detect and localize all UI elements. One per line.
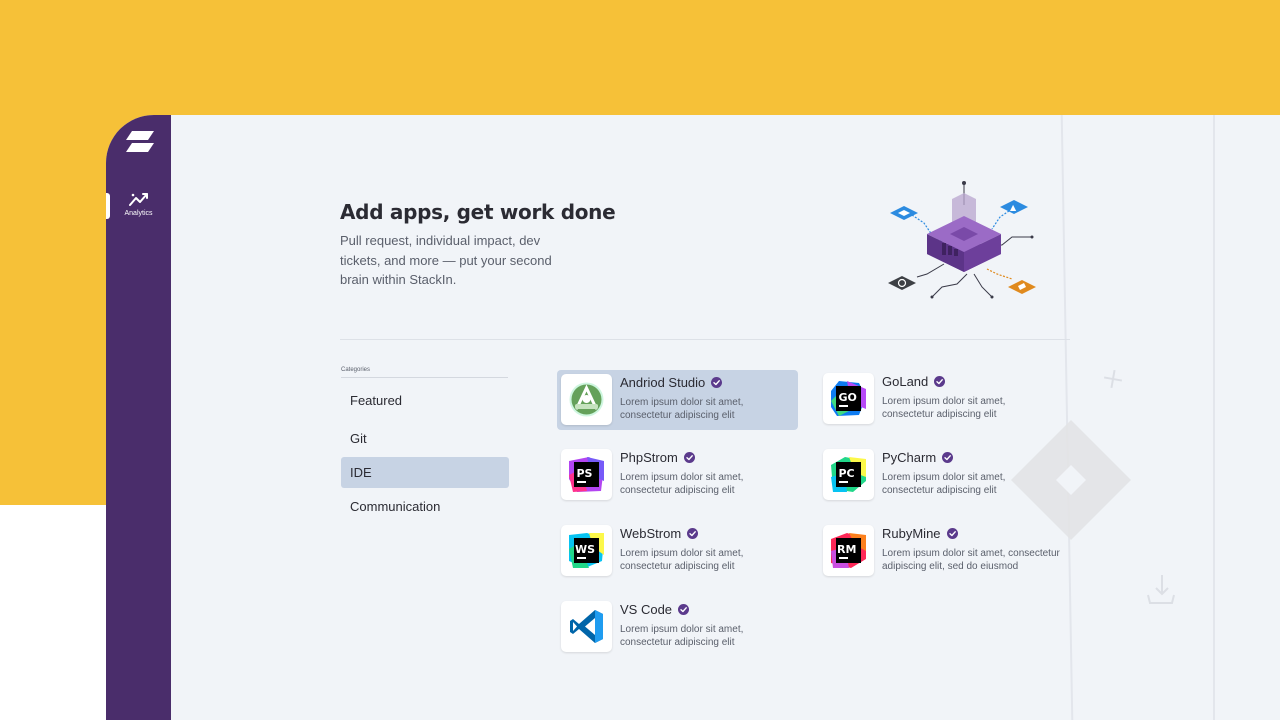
app-description: Lorem ipsum dolor sit amet, consectetur … <box>620 548 744 572</box>
pycharm-icon-text: PC <box>839 467 855 480</box>
app-description: Lorem ipsum dolor sit amet, consectetur … <box>620 397 744 421</box>
app-name: RubyMine <box>882 526 958 541</box>
verified-check-icon <box>683 452 695 463</box>
decorative-line <box>1213 115 1215 720</box>
app-name: Andriod Studio <box>620 375 723 390</box>
sidebar-item-analytics[interactable]: Analytics <box>106 187 171 225</box>
category-git[interactable]: Git <box>341 423 509 454</box>
pycharm-icon: PC <box>823 449 874 500</box>
app-card-webstorm[interactable]: WS WebStrom Lorem ipsum dolor sit amet, … <box>557 521 798 581</box>
sidebar: Analytics <box>106 115 171 720</box>
verified-check-icon <box>678 604 690 615</box>
integrations-illustration-icon: ▲ <box>888 181 1036 299</box>
verified-check-icon <box>942 452 954 463</box>
page-title: Add apps, get work done <box>340 200 616 224</box>
satellite-icon-glyph: ▲ <box>1010 203 1017 212</box>
decorative-line <box>1060 115 1074 720</box>
category-featured[interactable]: Featured <box>341 385 509 416</box>
categories-label: Categories <box>341 367 371 373</box>
goland-icon: GO <box>823 373 874 424</box>
vscode-icon <box>561 601 612 652</box>
app-name: VS Code <box>620 602 690 617</box>
app-name: PhpStrom <box>620 450 695 465</box>
verified-check-icon <box>934 376 946 387</box>
sidebar-item-label: Analytics <box>124 210 153 217</box>
app-description: Lorem ipsum dolor sit amet, consectetur … <box>620 472 744 496</box>
app-description: Lorem ipsum dolor sit amet, consectetur … <box>620 624 744 648</box>
webstorm-icon: WS <box>561 525 612 576</box>
verified-check-icon <box>711 377 723 388</box>
divider <box>340 339 1070 340</box>
app-name: WebStrom <box>620 526 699 541</box>
rubymine-icon-text: RM <box>837 543 856 556</box>
phpstorm-icon: PS <box>561 449 612 500</box>
app-card-android-studio[interactable]: Andriod Studio Lorem ipsum dolor sit ame… <box>557 370 798 430</box>
diamond-decoration-icon <box>1011 420 1131 540</box>
app-name: PyCharm <box>882 450 954 465</box>
divider <box>341 377 508 378</box>
download-decoration-icon <box>1147 575 1175 604</box>
app-window: Analytics Add apps, get work done Pull r… <box>106 115 1280 720</box>
rubymine-icon: RM <box>823 525 874 576</box>
webstorm-icon-text: WS <box>575 543 595 556</box>
app-name: GoLand <box>882 374 946 389</box>
phpstorm-icon-text: PS <box>577 467 593 480</box>
app-description: Lorem ipsum dolor sit amet, consectetur … <box>882 396 1006 420</box>
stackin-logo[interactable] <box>126 131 154 153</box>
verified-check-icon <box>946 528 958 539</box>
android-studio-icon <box>561 374 612 425</box>
category-ide[interactable]: IDE <box>341 457 509 488</box>
verified-check-icon <box>687 528 699 539</box>
page-subtitle: Pull request, individual impact, dev tic… <box>340 233 552 287</box>
analytics-icon <box>128 193 148 206</box>
goland-icon-text: GO <box>839 391 857 404</box>
app-card-vscode[interactable]: VS Code Lorem ipsum dolor sit amet, cons… <box>557 597 798 657</box>
category-communication[interactable]: Communication <box>341 491 509 522</box>
app-description: Lorem ipsum dolor sit amet, consectetur … <box>882 548 1060 572</box>
app-card-phpstorm[interactable]: PS PhpStrom Lorem ipsum dolor sit amet, … <box>557 445 798 505</box>
plus-decoration-icon <box>1103 369 1123 389</box>
